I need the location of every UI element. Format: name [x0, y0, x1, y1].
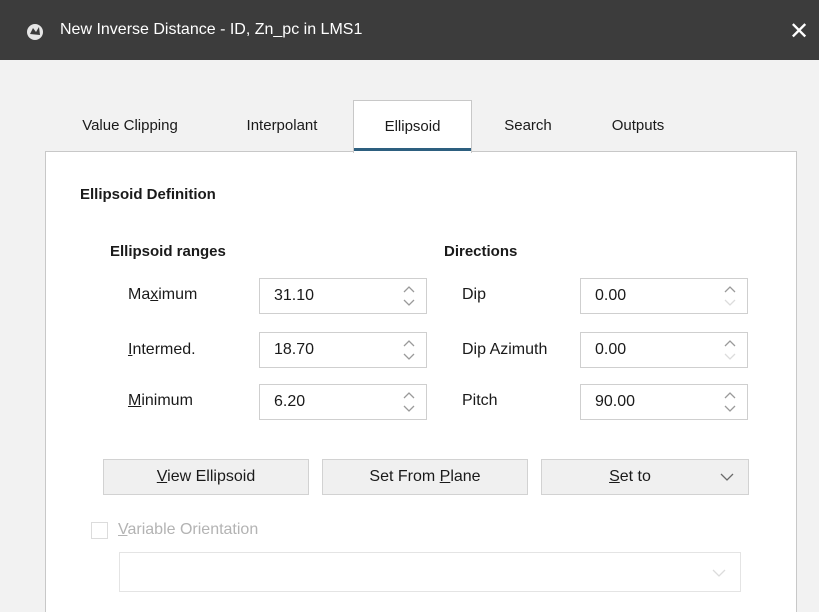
set-to-label: Set to: [609, 468, 651, 485]
spin-arrows-icon[interactable]: [402, 337, 416, 363]
tab-interpolant[interactable]: Interpolant: [222, 100, 342, 152]
minimum-label: Minimum: [128, 392, 193, 409]
tab-label: Interpolant: [246, 117, 318, 134]
directions-heading: Directions: [444, 243, 518, 260]
view-ellipsoid-button[interactable]: View Ellipsoid: [103, 459, 309, 495]
ellipsoid-panel: [45, 151, 797, 612]
spin-arrows-icon[interactable]: [723, 337, 737, 363]
maximum-label: Maximum: [128, 286, 198, 303]
spin-arrows-icon[interactable]: [723, 283, 737, 309]
pitch-label: Pitch: [462, 392, 498, 409]
tab-search[interactable]: Search: [483, 100, 573, 152]
dip-input[interactable]: [581, 279, 711, 313]
chevron-down-icon: [712, 569, 726, 577]
view-ellipsoid-label: View Ellipsoid: [156, 468, 256, 485]
pitch-input[interactable]: [581, 385, 711, 419]
intermed-input[interactable]: [260, 333, 390, 367]
spin-arrows-icon[interactable]: [402, 283, 416, 309]
tab-label: Value Clipping: [82, 117, 178, 134]
window-title: New Inverse Distance - ID, Zn_pc in LMS1: [60, 21, 363, 38]
set-from-plane-label: Set From Plane: [369, 468, 481, 485]
spin-arrows-icon[interactable]: [723, 389, 737, 415]
tab-value-clipping[interactable]: Value Clipping: [55, 100, 205, 152]
dip-azimuth-input[interactable]: [581, 333, 711, 367]
tab-outputs[interactable]: Outputs: [588, 100, 688, 152]
ranges-heading: Ellipsoid ranges: [110, 243, 226, 260]
orientation-select[interactable]: [119, 552, 741, 592]
close-icon: ✕: [788, 18, 810, 45]
tab-ellipsoid[interactable]: Ellipsoid: [353, 100, 472, 153]
spin-arrows-icon[interactable]: [402, 389, 416, 415]
title-bar: New Inverse Distance - ID, Zn_pc in LMS1…: [0, 0, 819, 60]
variable-orientation-checkbox[interactable]: [91, 522, 108, 539]
maximum-stepper[interactable]: [259, 278, 427, 314]
dip-azimuth-stepper[interactable]: [580, 332, 748, 368]
set-from-plane-button[interactable]: Set From Plane: [322, 459, 528, 495]
dip-stepper[interactable]: [580, 278, 748, 314]
dip-label: Dip: [462, 286, 487, 303]
app-icon: [27, 24, 43, 40]
close-button[interactable]: ✕: [779, 12, 819, 52]
intermed-label: Intermed.: [128, 341, 196, 358]
dip-azimuth-label: Dip Azimuth: [462, 341, 548, 358]
chevron-down-icon: [720, 473, 734, 481]
tab-label: Ellipsoid: [384, 118, 441, 135]
tab-label: Outputs: [611, 117, 665, 134]
minimum-input[interactable]: [260, 385, 390, 419]
intermed-stepper[interactable]: [259, 332, 427, 368]
maximum-input[interactable]: [260, 279, 390, 313]
minimum-stepper[interactable]: [259, 384, 427, 420]
section-title: Ellipsoid Definition: [80, 186, 216, 203]
tab-label: Search: [504, 117, 552, 134]
pitch-stepper[interactable]: [580, 384, 748, 420]
set-to-dropdown-button[interactable]: Set to: [541, 459, 749, 495]
variable-orientation-label: Variable Orientation: [118, 521, 259, 538]
